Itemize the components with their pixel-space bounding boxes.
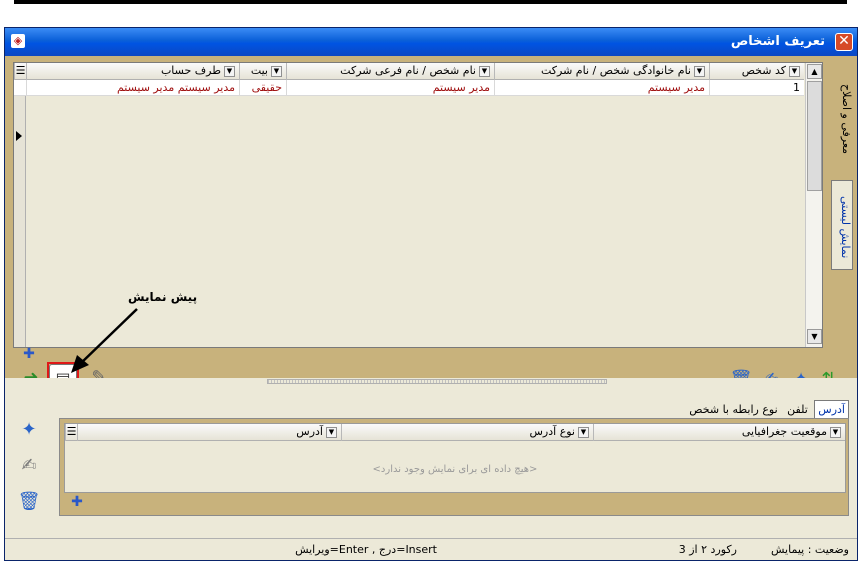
lower-panel: آدرس تلفن نوع رابطه با شخص ☰ ▼موقعیت جغر… (5, 386, 857, 536)
current-row-marker-icon (16, 131, 22, 141)
column-chooser-icon[interactable]: ☰ (14, 63, 26, 80)
chevron-down-icon[interactable]: ▼ (789, 65, 800, 77)
tab-list-view[interactable]: نمایش لیستی (831, 180, 853, 270)
cell-code: 1 (709, 80, 804, 96)
annotation-arrow (71, 308, 138, 373)
address-grid-header: ☰ ▼موقعیت جغرافیایی ▼نوع آدرس ▼آدرس (65, 424, 845, 441)
column-header-address[interactable]: ▼آدرس (77, 424, 341, 441)
row-indicator-column (14, 63, 26, 347)
status-hint: Insert=درج , Enter=ویرایش (295, 543, 437, 556)
tab-address[interactable]: آدرس (814, 400, 849, 418)
new-record-icon[interactable]: ✚ (66, 491, 88, 513)
title-bar: ◈ تعریف اشخاص ✕ (5, 28, 857, 56)
main-window: ◈ تعریف اشخاص ✕ ☰ ▼کد شخص ▼نام خانوادگی … (4, 27, 858, 561)
vertical-scrollbar[interactable]: ▲ ▼ (805, 63, 822, 347)
close-icon[interactable]: ✕ (835, 33, 853, 51)
column-header-geo[interactable]: ▼موقعیت جغرافیایی (593, 424, 845, 441)
tab-edit[interactable]: معرفی و اصلاح (831, 62, 853, 172)
status-record: رکورد ۲ از 3 (678, 543, 737, 556)
chevron-down-icon[interactable]: ▼ (271, 65, 282, 77)
delete-icon[interactable]: 🗑 (15, 488, 43, 516)
window-title: تعریف اشخاص (730, 34, 825, 49)
scroll-down-icon[interactable]: ▼ (807, 329, 822, 344)
empty-message: <هیچ داده ای برای نمایش وجود ندارد> (372, 464, 538, 475)
cell-family: مدیر سیستم (494, 80, 709, 96)
column-header-family[interactable]: ▼نام خانوادگی شخص / نام شرکت (494, 63, 709, 80)
address-panel: ☰ ▼موقعیت جغرافیایی ▼نوع آدرس ▼آدرس <هیچ… (59, 418, 849, 516)
column-header-address-type[interactable]: ▼نوع آدرس (341, 424, 593, 441)
table-row[interactable]: 1 مدیر سیستم مدیر سیستم حقیقی مدیر سیستم… (14, 80, 804, 96)
add-icon[interactable]: ✦ (15, 416, 43, 444)
new-record-icon[interactable]: ✚ (17, 344, 41, 364)
tab-phone[interactable]: تلفن (784, 401, 811, 419)
chevron-down-icon[interactable]: ▼ (326, 426, 337, 438)
panel-splitter[interactable] (5, 378, 857, 386)
column-chooser-icon[interactable]: ☰ (65, 424, 77, 441)
scroll-up-icon[interactable]: ▲ (807, 64, 822, 79)
column-header-type[interactable]: ▼بیت (239, 63, 286, 80)
side-tabs: معرفی و اصلاح نمایش لیستی (827, 62, 857, 362)
column-header-code[interactable]: ▼کد شخص (709, 63, 804, 80)
lower-toolbar: ✦ ✍ 🗑 (9, 416, 49, 526)
status-bar: وضعیت : پیمایش رکورد ۲ از 3 Insert=درج ,… (5, 538, 857, 560)
tab-relation[interactable]: نوع رابطه با شخص (686, 401, 780, 419)
grid-header: ☰ ▼کد شخص ▼نام خانوادگی شخص / نام شرکت ▼… (14, 63, 804, 80)
splitter-grip[interactable] (267, 379, 607, 384)
chevron-down-icon[interactable]: ▼ (694, 65, 705, 77)
chevron-down-icon[interactable]: ▼ (479, 65, 490, 77)
top-rule (14, 0, 847, 4)
status-state: وضعیت : پیمایش (771, 543, 849, 556)
cell-name: مدیر سیستم (286, 80, 494, 96)
cell-type: حقیقی (239, 80, 286, 96)
cell-account: مدیر سیستم مدیر سیستم (26, 80, 239, 96)
chevron-down-icon[interactable]: ▼ (830, 426, 841, 438)
annotation-label: پیش نمایش (128, 290, 198, 304)
column-header-name[interactable]: ▼نام شخص / نام فرعی شرکت (286, 63, 494, 80)
scroll-thumb[interactable] (807, 81, 822, 191)
edit-icon[interactable]: ✍ (15, 452, 43, 480)
chevron-down-icon[interactable]: ▼ (578, 426, 589, 438)
address-grid[interactable]: ☰ ▼موقعیت جغرافیایی ▼نوع آدرس ▼آدرس <هیچ… (64, 423, 846, 493)
chevron-down-icon[interactable]: ▼ (224, 65, 235, 77)
lower-tabs: آدرس تلفن نوع رابطه با شخص (686, 400, 849, 418)
column-header-account[interactable]: ▼طرف حساب (26, 63, 239, 80)
app-icon[interactable]: ◈ (11, 34, 25, 48)
